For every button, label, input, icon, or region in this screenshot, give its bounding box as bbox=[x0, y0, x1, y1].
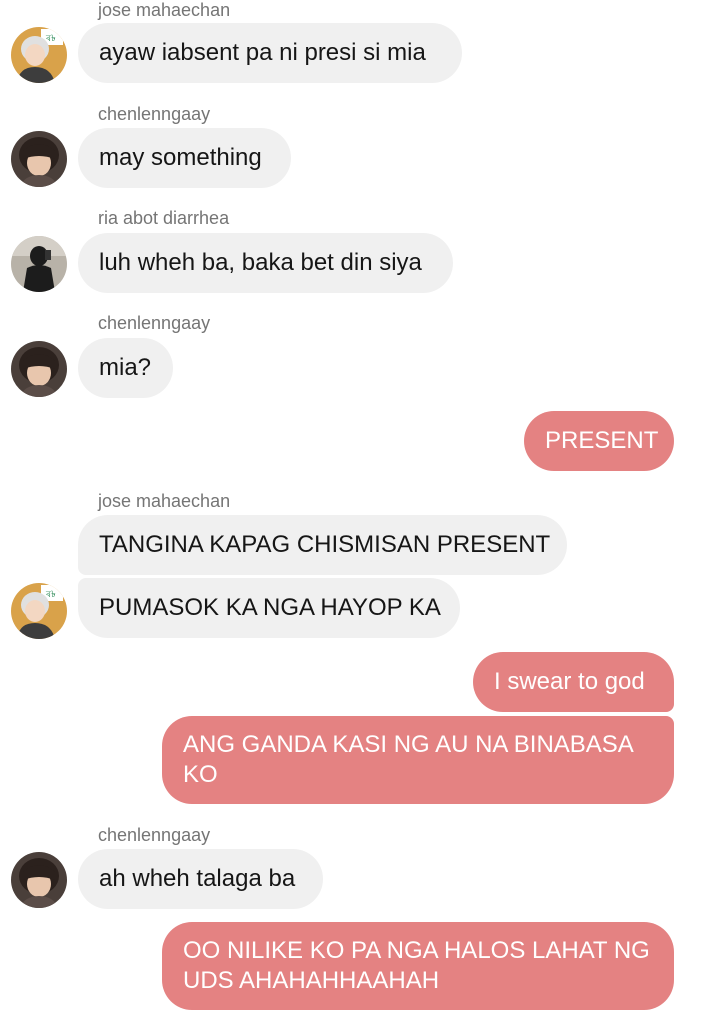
incoming-message-bubble[interactable]: PUMASOK KA NGA HAYOP KA bbox=[78, 578, 460, 638]
outgoing-message-bubble[interactable]: OO NILIKE KO PA NGA HALOS LAHAT NG UDS A… bbox=[162, 922, 674, 1010]
incoming-message-bubble[interactable]: ayaw iabsent pa ni presi si mia bbox=[78, 23, 462, 83]
sender-name: jose mahaechan bbox=[98, 491, 231, 511]
jose-avatar[interactable]: ৰ৳ bbox=[11, 27, 67, 83]
chen-avatar[interactable] bbox=[11, 341, 67, 397]
incoming-message-bubble[interactable]: TANGINA KAPAG CHISMISAN PRESENT bbox=[78, 515, 567, 575]
sender-name: chenlenngaay bbox=[98, 825, 211, 845]
sender-name: chenlenngaay bbox=[98, 104, 211, 124]
message-text: may something bbox=[99, 144, 262, 171]
incoming-message-bubble[interactable]: may something bbox=[78, 128, 291, 188]
jose-avatar[interactable]: ৰ৳ bbox=[11, 583, 67, 639]
sender-name: ria abot diarrhea bbox=[98, 208, 230, 228]
message-text: I swear to god bbox=[494, 668, 645, 695]
chen-avatar[interactable] bbox=[11, 852, 67, 908]
outgoing-message-bubble[interactable]: I swear to god bbox=[473, 652, 674, 712]
incoming-message-bubble[interactable]: ah wheh talaga ba bbox=[78, 849, 323, 909]
message-text-line: UDS AHAHAHHAAHAH bbox=[183, 967, 440, 994]
outgoing-message-bubble[interactable]: PRESENT bbox=[524, 411, 674, 471]
message-text: luh wheh ba, baka bet din siya bbox=[99, 249, 422, 276]
chen-avatar[interactable] bbox=[11, 131, 67, 187]
incoming-message-bubble[interactable]: luh wheh ba, baka bet din siya bbox=[78, 233, 453, 293]
chat-thread: jose mahaechan ayaw iabsent pa ni presi … bbox=[0, 0, 720, 1024]
sender-name: chenlenngaay bbox=[98, 313, 211, 333]
message-text: ayaw iabsent pa ni presi si mia bbox=[99, 39, 426, 66]
incoming-message-bubble[interactable]: mia? bbox=[78, 338, 173, 398]
message-text: ah wheh talaga ba bbox=[99, 865, 296, 892]
outgoing-message-bubble[interactable]: ANG GANDA KASI NG AU NA BINABASA KO bbox=[162, 716, 674, 804]
message-text: PRESENT bbox=[545, 427, 659, 454]
message-text: TANGINA KAPAG CHISMISAN PRESENT bbox=[99, 531, 551, 558]
message-text-line: OO NILIKE KO PA NGA HALOS LAHAT NG bbox=[183, 937, 650, 964]
sender-name: jose mahaechan bbox=[98, 0, 231, 20]
message-text: mia? bbox=[99, 354, 152, 381]
message-text: PUMASOK KA NGA HAYOP KA bbox=[99, 594, 441, 621]
message-text-line: KO bbox=[183, 761, 218, 788]
ria-avatar[interactable] bbox=[11, 236, 67, 292]
message-text-line: ANG GANDA KASI NG AU NA BINABASA bbox=[183, 731, 634, 758]
